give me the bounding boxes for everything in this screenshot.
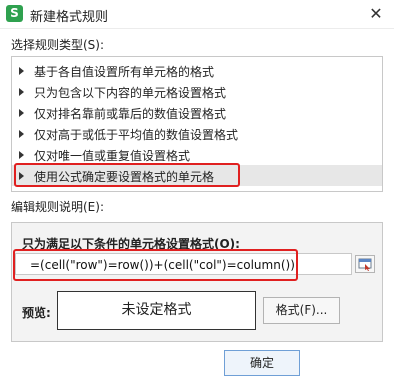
expand-arrow-icon (19, 151, 24, 159)
rule-type-item-label: 只为包含以下内容的单元格设置格式 (34, 86, 227, 100)
rule-type-item[interactable]: 仅对唯一值或重复值设置格式 (12, 144, 382, 165)
rule-type-label: 选择规则类型(S): (11, 38, 105, 52)
edit-rule-label: 编辑规则说明(E): (11, 200, 104, 214)
rule-type-item-label: 基于各自值设置所有单元格的格式 (34, 65, 215, 79)
format-button[interactable]: 格式(F)... (263, 297, 340, 324)
rule-type-item-label: 仅对唯一值或重复值设置格式 (34, 149, 191, 163)
app-icon: S (6, 5, 23, 22)
expand-arrow-icon (19, 109, 24, 117)
preview-label: 预览: (22, 306, 51, 320)
expand-arrow-icon (19, 130, 24, 138)
rule-type-item[interactable]: 仅对排名靠前或靠后的数值设置格式 (12, 102, 382, 123)
highlight-box-formula (13, 249, 298, 281)
rule-type-item-label: 仅对高于或低于平均值的数值设置格式 (34, 128, 239, 142)
title-bar: S 新建格式规则 ✕ (0, 0, 394, 29)
expand-arrow-icon (19, 67, 24, 75)
preview-box: 未设定格式 (57, 291, 256, 330)
rule-type-item[interactable]: 仅对高于或低于平均值的数值设置格式 (12, 123, 382, 144)
ok-button[interactable]: 确定 (224, 350, 300, 376)
range-picker-icon (358, 258, 372, 271)
expand-arrow-icon (19, 88, 24, 96)
dialog-title: 新建格式规则 (30, 10, 109, 25)
range-picker-button[interactable] (355, 255, 375, 273)
rule-type-item[interactable]: 只为包含以下内容的单元格设置格式 (12, 81, 382, 102)
rule-type-item[interactable]: 基于各自值设置所有单元格的格式 (12, 60, 382, 81)
close-button[interactable]: ✕ (358, 0, 394, 27)
rule-type-item-label: 仅对排名靠前或靠后的数值设置格式 (34, 107, 227, 121)
highlight-box-rule (14, 163, 240, 187)
